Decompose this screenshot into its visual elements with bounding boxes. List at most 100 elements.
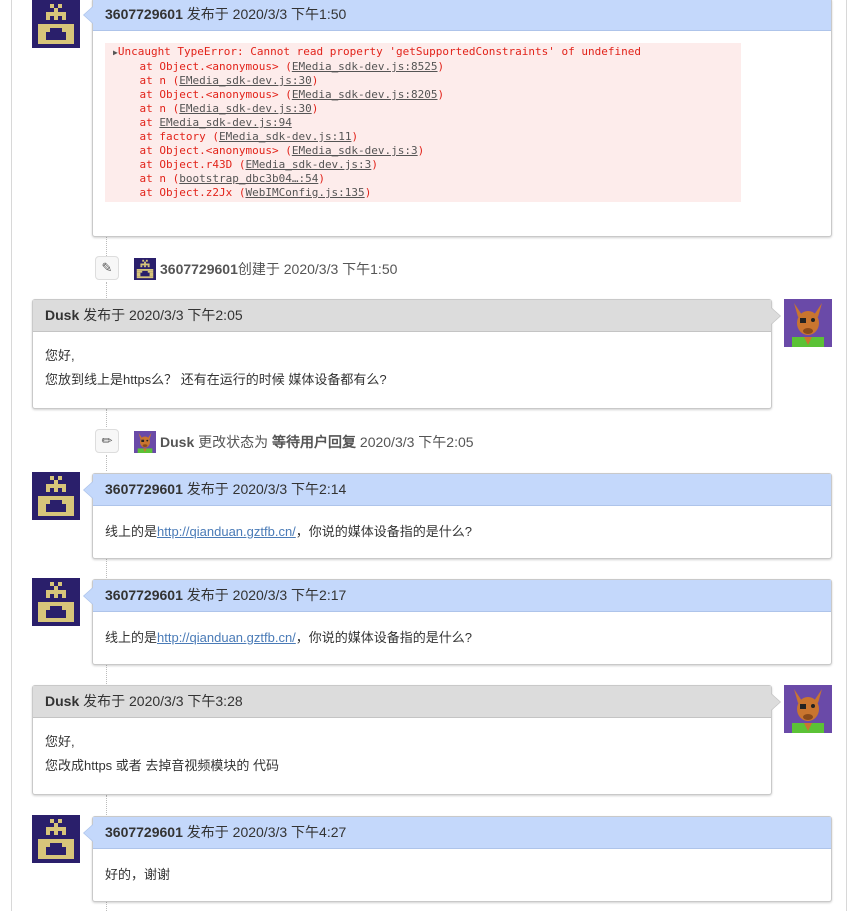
timeline xyxy=(106,455,107,471)
post-card: 3607729601 发布于 2020/3/3 下午2:17 线上的是http:… xyxy=(83,579,832,665)
stack-line: at n (EMedia_sdk-dev.js:30) xyxy=(113,74,741,88)
post-body: 线上的是http://qianduan.gztfb.cn/，你说的媒体设备指的是… xyxy=(93,612,831,662)
post-text: ，你说的媒体设备指的是什么? xyxy=(295,630,473,645)
stack-line: at Object.<anonymous> (EMedia_sdk-dev.js… xyxy=(113,60,741,74)
stack-file-link[interactable]: EMedia_sdk-dev.js:3 xyxy=(245,158,371,171)
post-author[interactable]: Dusk xyxy=(45,307,79,323)
post-body: 好的，谢谢 xyxy=(93,849,831,899)
post-body: 您好, 您放到线上是https么？ 还有在运行的时候 媒体设备都有么? xyxy=(33,332,771,404)
event-user[interactable]: 3607729601 xyxy=(160,261,238,277)
post-text: ，你说的媒体设备指的是什么? xyxy=(295,524,473,539)
stack-file-link[interactable]: EMedia_sdk-dev.js:30 xyxy=(179,74,311,87)
post-author[interactable]: Dusk xyxy=(45,693,79,709)
stack-suffix: ) xyxy=(318,172,325,185)
post-card: 3607729601 发布于 2020/3/3 下午2:14 线上的是http:… xyxy=(83,473,832,559)
error-message: Uncaught TypeError: Cannot read property… xyxy=(117,45,642,58)
event-user[interactable]: Dusk xyxy=(160,434,194,450)
post-line: 您好, xyxy=(45,734,75,749)
timeline xyxy=(106,558,107,578)
stack-suffix: ) xyxy=(437,88,445,101)
stack-prefix: at Object.<anonymous> ( xyxy=(139,144,292,157)
stack-line: at Object.<anonymous> (EMedia_sdk-dev.js… xyxy=(113,144,741,158)
post-author[interactable]: 3607729601 xyxy=(105,824,183,840)
post-meta: 发布于 2020/3/3 下午4:27 xyxy=(186,824,347,840)
post-header: 3607729601 发布于 2020/3/3 下午1:50 xyxy=(93,0,831,31)
event-avatar[interactable] xyxy=(134,431,156,453)
frame-left-border xyxy=(11,0,12,911)
stack-file-link[interactable]: EMedia_sdk-dev.js:30 xyxy=(179,102,311,115)
stack-file-link[interactable]: EMedia_sdk-dev.js:8525 xyxy=(292,60,438,73)
event-status-change: Dusk 更改状态为 等待用户回复 2020/3/3 下午2:05 xyxy=(160,429,474,455)
post-header: 3607729601 发布于 2020/3/3 下午2:14 xyxy=(93,474,831,506)
post-link[interactable]: http://qianduan.gztfb.cn/ xyxy=(157,630,296,645)
stack-prefix: at xyxy=(139,116,160,129)
stack-suffix: ) xyxy=(437,60,445,73)
stack-prefix: at n ( xyxy=(139,74,180,87)
timeline xyxy=(106,282,107,298)
stack-suffix: ) xyxy=(364,186,372,199)
post-meta: 发布于 2020/3/3 下午3:28 xyxy=(83,693,243,709)
post-line: 您改成https 或者 去掉音视频模块的 代码 xyxy=(45,758,280,773)
user-avatar[interactable] xyxy=(32,472,80,520)
pointer-arrow xyxy=(83,481,93,499)
post-meta: 发布于 2020/3/3 下午2:14 xyxy=(186,481,347,497)
stack-line: at factory (EMedia_sdk-dev.js:11) xyxy=(113,130,741,144)
post-header: Dusk 发布于 2020/3/3 下午2:05 xyxy=(33,300,771,332)
pointer-arrow xyxy=(83,587,93,605)
user-avatar[interactable] xyxy=(32,578,80,626)
timeline xyxy=(106,902,107,911)
post-author[interactable]: 3607729601 xyxy=(105,6,183,22)
post-line: 您好, xyxy=(45,348,75,363)
event-created: 3607729601创建于 2020/3/3 下午1:50 xyxy=(160,256,397,282)
post-body: 线上的是http://qianduan.gztfb.cn/，你说的媒体设备指的是… xyxy=(93,506,831,556)
event-avatar[interactable] xyxy=(134,258,156,280)
stack-line: at n (bootstrap_dbc3b04…:54) xyxy=(113,172,741,186)
timeline xyxy=(106,795,107,815)
stack-file-link[interactable]: EMedia_sdk-dev.js:11 xyxy=(219,130,351,143)
post-author[interactable]: 3607729601 xyxy=(105,587,183,603)
agent-avatar[interactable] xyxy=(784,299,832,347)
post-text: 线上的是 xyxy=(105,524,158,539)
post-header: 3607729601 发布于 2020/3/3 下午2:17 xyxy=(93,580,831,612)
post-text: 线上的是 xyxy=(105,630,158,645)
event-text: 更改状态为 xyxy=(194,434,273,450)
post-line: 您放到线上是https么？ 还有在运行的时候 媒体设备都有么? xyxy=(45,372,387,387)
post-author[interactable]: 3607729601 xyxy=(105,481,183,497)
frame-right-border xyxy=(846,0,847,911)
stack-line: at Object.r43D (EMedia_sdk-dev.js:3) xyxy=(113,158,741,172)
stack-file-link[interactable]: WebIMConfig.js:135 xyxy=(245,186,364,199)
post-meta: 发布于 2020/3/3 下午1:50 xyxy=(186,6,347,22)
post-card: 3607729601 发布于 2020/3/3 下午4:27 好的，谢谢 xyxy=(83,816,832,902)
post-card: Dusk 发布于 2020/3/3 下午2:05 您好, 您放到线上是https… xyxy=(32,299,781,409)
event-time: 2020/3/3 下午2:05 xyxy=(356,434,474,450)
stack-suffix: ) xyxy=(311,74,319,87)
agent-avatar[interactable] xyxy=(784,685,832,733)
stack-prefix: at n ( xyxy=(139,102,180,115)
error-screenshot: ▶Uncaught TypeError: Cannot read propert… xyxy=(105,43,741,202)
pointer-arrow xyxy=(771,693,781,711)
post-text: 好的，谢谢 xyxy=(105,867,171,882)
post-card: Dusk 发布于 2020/3/3 下午3:28 您好, 您改成https 或者… xyxy=(32,685,781,795)
timeline xyxy=(106,236,107,256)
stack-suffix: ) xyxy=(417,144,425,157)
post-link[interactable]: http://qianduan.gztfb.cn/ xyxy=(157,524,296,539)
stack-suffix: ) xyxy=(311,102,319,115)
post-meta: 发布于 2020/3/3 下午2:05 xyxy=(83,307,243,323)
pencil-icon: ✏ xyxy=(95,429,119,453)
pointer-arrow xyxy=(83,6,93,24)
stack-file-link[interactable]: EMedia_sdk-dev.js:3 xyxy=(292,144,418,157)
stack-prefix: at Object.z2Jx ( xyxy=(139,186,246,199)
timeline xyxy=(106,409,107,427)
stack-file-link[interactable]: EMedia_sdk-dev.js:8205 xyxy=(292,88,438,101)
stack-file-link[interactable]: bootstrap_dbc3b04…:54 xyxy=(179,172,318,185)
post-header: 3607729601 发布于 2020/3/3 下午4:27 xyxy=(93,817,831,849)
stack-suffix: ) xyxy=(351,130,359,143)
stack-file-link[interactable]: EMedia_sdk-dev.js:94 xyxy=(159,116,291,129)
stack-line: at EMedia_sdk-dev.js:94 xyxy=(113,116,741,130)
event-text: 创建于 2020/3/3 下午1:50 xyxy=(237,261,398,277)
user-avatar[interactable] xyxy=(32,815,80,863)
post-header: Dusk 发布于 2020/3/3 下午3:28 xyxy=(33,686,771,718)
user-avatar[interactable] xyxy=(32,0,80,48)
stack-prefix: at Object.<anonymous> ( xyxy=(139,60,292,73)
timeline xyxy=(106,664,107,684)
